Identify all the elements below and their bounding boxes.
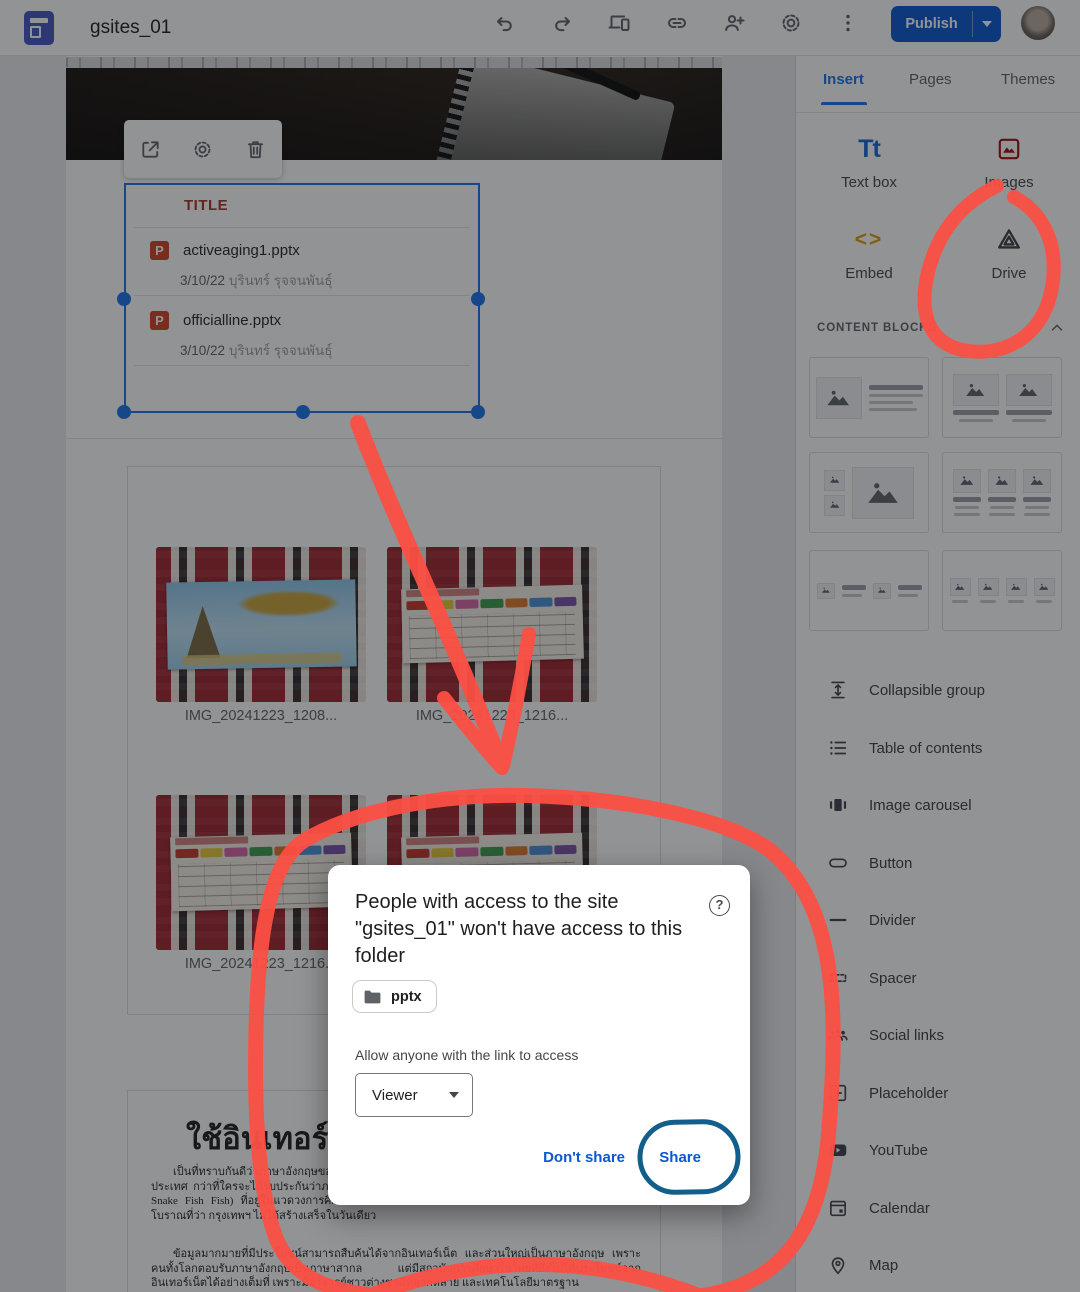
folder-icon [363, 989, 382, 1005]
folder-chip[interactable]: pptx [352, 980, 437, 1013]
dont-share-button[interactable]: Don't share [543, 1143, 625, 1173]
folder-name: pptx [391, 989, 422, 1005]
role-select[interactable]: Viewer [355, 1073, 473, 1117]
google-sites-editor: gsites_01 Publish [0, 0, 1080, 1292]
share-folder-dialog: People with access to the site "gsites_0… [328, 865, 750, 1205]
select-caret-icon [449, 1092, 459, 1098]
share-button[interactable]: Share [659, 1143, 701, 1173]
dialog-title: People with access to the site "gsites_0… [355, 889, 693, 970]
role-value: Viewer [372, 1087, 449, 1104]
access-label: Allow anyone with the link to access [355, 1047, 578, 1063]
help-icon[interactable]: ? [709, 895, 730, 916]
